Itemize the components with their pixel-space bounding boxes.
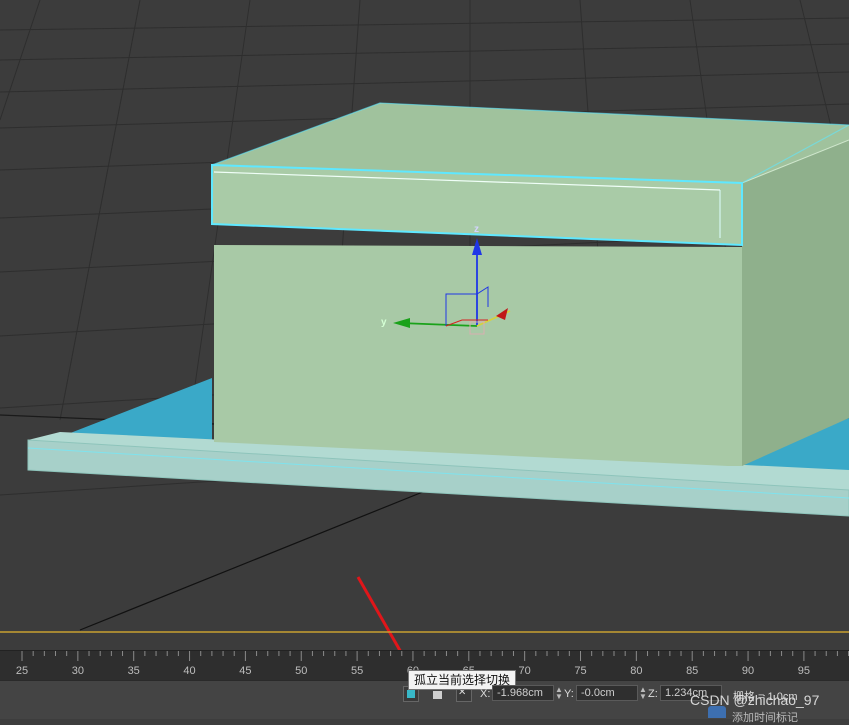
csdn-watermark: CSDN @zhichao_97 <box>690 692 820 708</box>
timeline-tick-label: 30 <box>71 665 84 677</box>
y-coord-label: Y: <box>564 688 574 700</box>
z-coord-label: Z: <box>648 688 658 700</box>
viewport-scene: z y <box>0 0 849 650</box>
isolate-selection-icon <box>407 690 415 698</box>
timeline-tick-label: 55 <box>350 665 364 677</box>
timeline-tick-label: 40 <box>183 665 196 677</box>
timeline-tick-label: 85 <box>686 665 699 677</box>
box-front[interactable] <box>214 245 742 466</box>
y-spinner-icon[interactable]: ▲ ▼ <box>639 686 647 701</box>
timeline-tick-label: 25 <box>15 665 29 677</box>
gizmo-y-label: y <box>381 317 387 328</box>
box-side[interactable] <box>742 140 849 466</box>
gizmo-z-label: z <box>474 224 479 235</box>
perspective-viewport[interactable]: z y <box>0 0 849 650</box>
y-coord-field[interactable]: -0.0cm <box>576 685 638 701</box>
red-arrow-annotation <box>356 576 402 650</box>
x-coord-label: X: <box>480 688 491 700</box>
add-time-tag-label[interactable]: 添加时间标记 <box>732 709 798 725</box>
x-coord-field[interactable]: -1.968cm <box>492 685 554 701</box>
lock-icon <box>433 691 442 699</box>
timeline-tick-label: 80 <box>630 665 643 677</box>
timeline-tick-label: 95 <box>797 665 811 677</box>
timeline-tick-label: 35 <box>127 665 140 677</box>
timeline-tick-label: 75 <box>574 665 587 677</box>
x-spinner-icon[interactable]: ▲ ▼ <box>555 686 563 701</box>
timeline-tick-label: 90 <box>741 665 755 677</box>
timeline-tick-label: 45 <box>239 665 252 677</box>
timeline-tick-label: 50 <box>295 665 308 677</box>
